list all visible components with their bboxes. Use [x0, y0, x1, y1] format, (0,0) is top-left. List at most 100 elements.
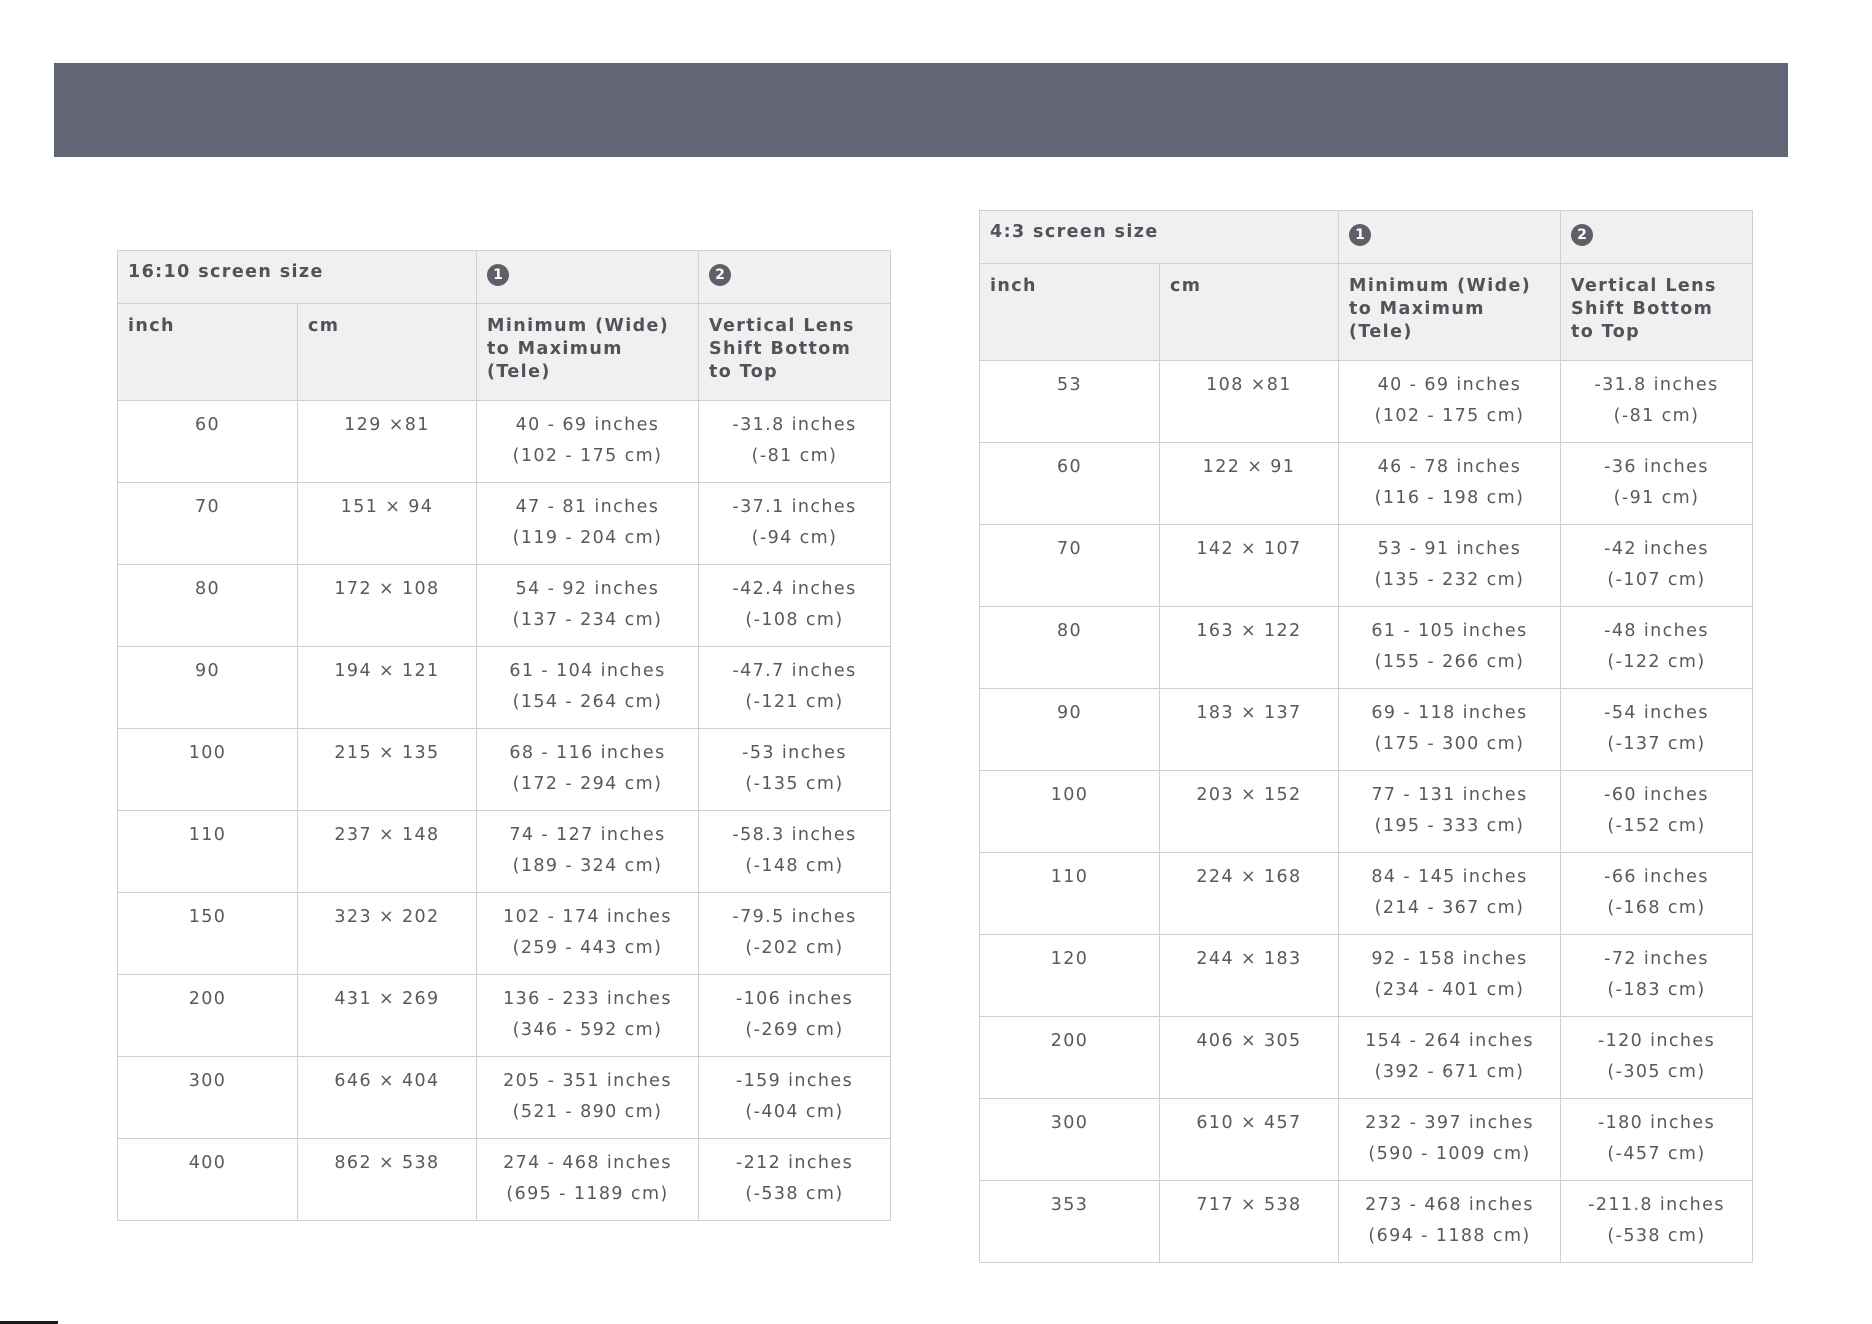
table-title: 16:10 screen size: [128, 262, 324, 282]
screen-size-table-4-3: 4:3 screen size 1 2 inch cm Minimum (Wid…: [979, 210, 1753, 1263]
range-cm: (214 - 367 cm): [1374, 898, 1525, 918]
range-inches: 40 - 69 inches: [515, 415, 660, 435]
inch-cell: 120: [1050, 949, 1089, 969]
shift-cm: (-183 cm): [1607, 980, 1706, 1000]
cm-size-cell: 646 × 404: [334, 1071, 440, 1091]
table-title-row: 16:10 screen size 1 2: [117, 250, 891, 304]
range-cm: (590 - 1009 cm): [1368, 1144, 1531, 1164]
range-cm: (102 - 175 cm): [1374, 406, 1525, 426]
shift-cm: (-168 cm): [1607, 898, 1706, 918]
range-inches: 273 - 468 inches: [1365, 1195, 1534, 1215]
shift-cm: (-404 cm): [745, 1102, 844, 1122]
range-cm: (694 - 1188 cm): [1368, 1226, 1531, 1246]
marker-2-icon: 2: [709, 264, 731, 286]
table-row: 53 108 ×81 40 - 69 inches (102 - 175 cm) -31…: [979, 360, 1753, 443]
inch-cell: 100: [1050, 785, 1089, 805]
shift-inches: -120 inches: [1597, 1031, 1716, 1051]
range-cm: (259 - 443 cm): [512, 938, 663, 958]
shift-inches: -211.8 inches: [1588, 1195, 1725, 1215]
range-cm: (195 - 333 cm): [1374, 816, 1525, 836]
range-cm: (135 - 232 cm): [1374, 570, 1525, 590]
shift-cm: (-538 cm): [1607, 1226, 1706, 1246]
table-title: 4:3 screen size: [990, 222, 1159, 242]
inch-cell: 150: [188, 907, 227, 927]
shift-inches: -47.7 inches: [732, 661, 857, 681]
shift-cm: (-152 cm): [1607, 816, 1706, 836]
inch-cell: 300: [188, 1071, 227, 1091]
shift-inches: -54 inches: [1604, 703, 1709, 723]
inch-cell: 100: [188, 743, 227, 763]
inch-cell: 53: [1056, 375, 1083, 395]
range-inches: 53 - 91 inches: [1377, 539, 1522, 559]
table-row: 60 129 ×81 40 - 69 inches (102 - 175 cm) -31…: [117, 400, 891, 483]
table-row: 70 142 × 107 53 - 91 inches (135 - 232 cm) -…: [979, 524, 1753, 607]
cm-size-cell: 717 × 538: [1196, 1195, 1302, 1215]
range-inches: 92 - 158 inches: [1371, 949, 1528, 969]
shift-cm: (-121 cm): [745, 692, 844, 712]
inch-cell: 70: [194, 497, 221, 517]
shift-inches: -106 inches: [735, 989, 854, 1009]
range-inches: 74 - 127 inches: [509, 825, 666, 845]
range-inches: 77 - 131 inches: [1371, 785, 1528, 805]
shift-inches: -66 inches: [1604, 867, 1709, 887]
shift-inches: -58.3 inches: [732, 825, 857, 845]
inch-cell: 80: [1056, 621, 1083, 641]
inch-cell: 400: [188, 1153, 227, 1173]
range-inches: 54 - 92 inches: [515, 579, 660, 599]
column-header-row: inch cm Minimum (Wide) to Maximum (Tele)…: [979, 263, 1753, 361]
table-row: 90 183 × 137 69 - 118 inches (175 - 300 cm)…: [979, 688, 1753, 771]
cm-size-cell: 862 × 538: [334, 1153, 440, 1173]
range-inches: 61 - 105 inches: [1371, 621, 1528, 641]
shift-inches: -159 inches: [735, 1071, 854, 1091]
range-inches: 205 - 351 inches: [503, 1071, 672, 1091]
table-row: 90 194 × 121 61 - 104 inches (154 - 264 cm)…: [117, 646, 891, 729]
table-row: 353 717 × 538 273 - 468 inches (694 - 1188 …: [979, 1180, 1753, 1263]
shift-inches: -36 inches: [1604, 457, 1709, 477]
inch-cell: 200: [188, 989, 227, 1009]
cm-size-cell: 172 × 108: [334, 579, 440, 599]
column-header-inch: inch: [990, 276, 1037, 296]
shift-inches: -53 inches: [742, 743, 847, 763]
cm-size-cell: 108 ×81: [1206, 375, 1292, 395]
shift-cm: (-137 cm): [1607, 734, 1706, 754]
screen-size-table-16-10: 16:10 screen size 1 2 inch cm Minimum (W…: [117, 250, 891, 1221]
shift-inches: -180 inches: [1597, 1113, 1716, 1133]
inch-cell: 60: [1056, 457, 1083, 477]
range-cm: (521 - 890 cm): [512, 1102, 663, 1122]
range-inches: 232 - 397 inches: [1365, 1113, 1534, 1133]
cm-size-cell: 244 × 183: [1196, 949, 1302, 969]
inch-cell: 80: [194, 579, 221, 599]
table-row: 80 172 × 108 54 - 92 inches (137 - 234 cm) -…: [117, 564, 891, 647]
marker-2-icon: 2: [1571, 224, 1593, 246]
range-inches: 68 - 116 inches: [509, 743, 666, 763]
column-header-range: Minimum (Wide) to Maximum (Tele): [1349, 276, 1532, 342]
table-row: 70 151 × 94 47 - 81 inches (119 - 204 cm) -3…: [117, 482, 891, 565]
cm-size-cell: 142 × 107: [1196, 539, 1302, 559]
column-header-range: Minimum (Wide) to Maximum (Tele): [487, 316, 670, 382]
range-inches: 69 - 118 inches: [1371, 703, 1528, 723]
shift-cm: (-108 cm): [745, 610, 844, 630]
table-row: 200 406 × 305 154 - 264 inches (392 - 671 c…: [979, 1016, 1753, 1099]
range-cm: (392 - 671 cm): [1374, 1062, 1525, 1082]
table-title-row: 4:3 screen size 1 2: [979, 210, 1753, 264]
range-cm: (234 - 401 cm): [1374, 980, 1525, 1000]
inch-cell: 110: [1050, 867, 1089, 887]
shift-cm: (-202 cm): [745, 938, 844, 958]
range-inches: 136 - 233 inches: [503, 989, 672, 1009]
table-row: 100 215 × 135 68 - 116 inches (172 - 294 cm…: [117, 728, 891, 811]
range-inches: 84 - 145 inches: [1371, 867, 1528, 887]
cm-size-cell: 237 × 148: [334, 825, 440, 845]
cm-size-cell: 129 ×81: [344, 415, 430, 435]
shift-inches: -31.8 inches: [732, 415, 857, 435]
shift-inches: -60 inches: [1604, 785, 1709, 805]
cm-size-cell: 163 × 122: [1196, 621, 1302, 641]
table-row: 120 244 × 183 92 - 158 inches (234 - 401 cm…: [979, 934, 1753, 1017]
column-header-row: inch cm Minimum (Wide) to Maximum (Tele)…: [117, 303, 891, 401]
shift-inches: -48 inches: [1604, 621, 1709, 641]
shift-cm: (-94 cm): [751, 528, 838, 548]
column-header-cm: cm: [1170, 276, 1202, 296]
range-inches: 40 - 69 inches: [1377, 375, 1522, 395]
shift-cm: (-305 cm): [1607, 1062, 1706, 1082]
range-cm: (175 - 300 cm): [1374, 734, 1525, 754]
shift-cm: (-148 cm): [745, 856, 844, 876]
